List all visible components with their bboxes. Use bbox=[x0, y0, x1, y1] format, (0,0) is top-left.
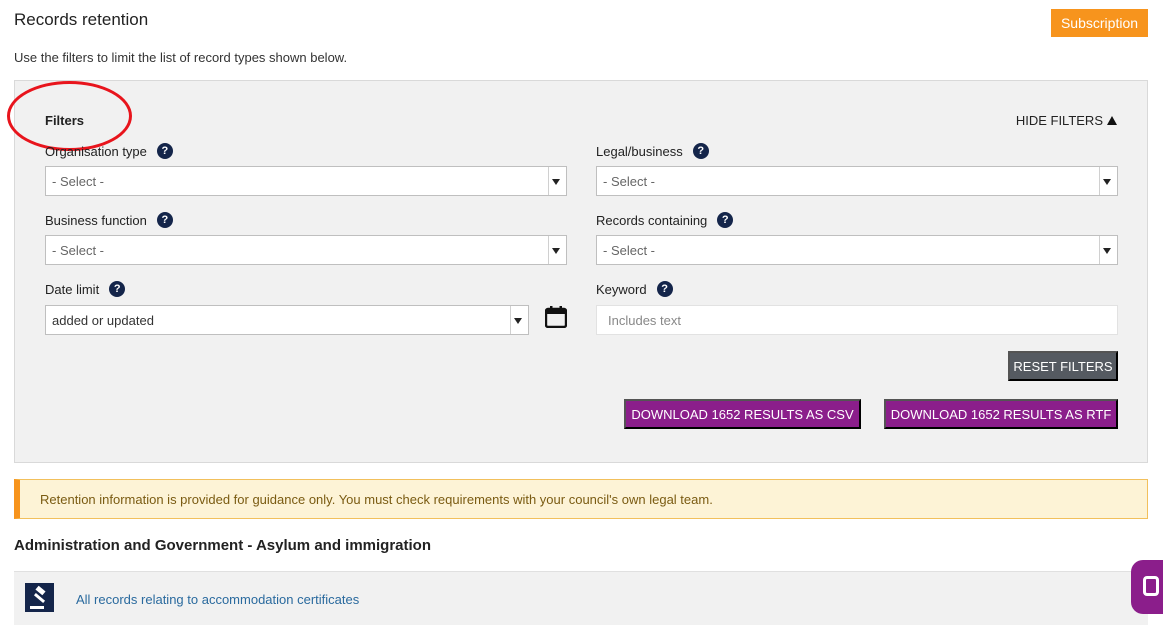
help-icon[interactable]: ? bbox=[656, 281, 673, 297]
date-limit-value: added or updated bbox=[52, 312, 154, 328]
records-containing-select[interactable]: - Select - bbox=[596, 235, 1118, 265]
table-row[interactable]: All records relating to accommodation ce… bbox=[14, 571, 1148, 625]
legal-business-value: - Select - bbox=[603, 173, 656, 189]
business-function-label-text: Business function bbox=[45, 212, 147, 228]
calendar-icon[interactable] bbox=[545, 306, 567, 328]
triangle-up-icon bbox=[1107, 116, 1117, 125]
help-icon[interactable]: ? bbox=[156, 212, 173, 228]
records-containing-value: - Select - bbox=[603, 242, 656, 258]
guidance-notice-text: Retention information is provided for gu… bbox=[40, 491, 713, 507]
help-icon[interactable]: ? bbox=[692, 143, 709, 159]
record-link[interactable]: All records relating to accommodation ce… bbox=[76, 592, 359, 607]
chevron-down-icon bbox=[1103, 179, 1111, 185]
business-function-label: Business function ? bbox=[45, 212, 173, 228]
help-icon[interactable]: ? bbox=[109, 281, 126, 297]
chat-button[interactable] bbox=[1131, 560, 1163, 614]
chevron-down-icon bbox=[514, 318, 522, 324]
gavel-icon bbox=[25, 583, 54, 612]
organisation-type-select[interactable]: - Select - bbox=[45, 166, 567, 196]
organisation-type-label-text: Organisation type bbox=[45, 143, 147, 159]
chevron-down-icon bbox=[552, 179, 560, 185]
keyword-placeholder: Includes text bbox=[608, 312, 681, 328]
legal-business-label: Legal/business ? bbox=[596, 143, 709, 159]
legal-business-label-text: Legal/business bbox=[596, 143, 683, 159]
intro-text: Use the filters to limit the list of rec… bbox=[14, 50, 348, 65]
guidance-notice: Retention information is provided for gu… bbox=[14, 479, 1148, 519]
subscription-button[interactable]: Subscription bbox=[1051, 9, 1148, 37]
organisation-type-value: - Select - bbox=[52, 173, 105, 189]
reset-filters-button[interactable]: RESET FILTERS bbox=[1008, 351, 1118, 381]
hide-filters-label: HIDE FILTERS bbox=[1015, 113, 1103, 128]
date-limit-label-text: Date limit bbox=[45, 281, 100, 297]
keyword-input[interactable]: Includes text bbox=[596, 305, 1118, 335]
chevron-down-icon bbox=[1103, 248, 1111, 254]
page-title: Records retention bbox=[14, 10, 149, 29]
download-csv-button[interactable]: DOWNLOAD 1652 RESULTS AS CSV bbox=[624, 399, 861, 429]
chat-icon bbox=[1143, 576, 1159, 596]
records-containing-label-text: Records containing bbox=[596, 212, 708, 228]
records-containing-label: Records containing ? bbox=[596, 212, 734, 228]
organisation-type-label: Organisation type ? bbox=[45, 143, 173, 159]
keyword-label: Keyword ? bbox=[596, 281, 673, 297]
business-function-select[interactable]: - Select - bbox=[45, 235, 567, 265]
keyword-label-text: Keyword bbox=[596, 281, 647, 297]
annotation-circle bbox=[7, 81, 132, 151]
date-limit-select[interactable]: added or updated bbox=[45, 305, 529, 335]
filters-panel: Filters HIDE FILTERS Organisation type ?… bbox=[7, 80, 1148, 463]
section-title: Administration and Government - Asylum a… bbox=[14, 537, 431, 554]
help-icon[interactable]: ? bbox=[717, 212, 734, 228]
legal-business-select[interactable]: - Select - bbox=[596, 166, 1118, 196]
help-icon[interactable]: ? bbox=[156, 143, 173, 159]
hide-filters-toggle[interactable]: HIDE FILTERS bbox=[1016, 113, 1117, 128]
date-limit-label: Date limit ? bbox=[45, 281, 126, 297]
chevron-down-icon bbox=[552, 248, 560, 254]
download-rtf-button[interactable]: DOWNLOAD 1652 RESULTS AS RTF bbox=[884, 399, 1118, 429]
business-function-value: - Select - bbox=[52, 242, 105, 258]
